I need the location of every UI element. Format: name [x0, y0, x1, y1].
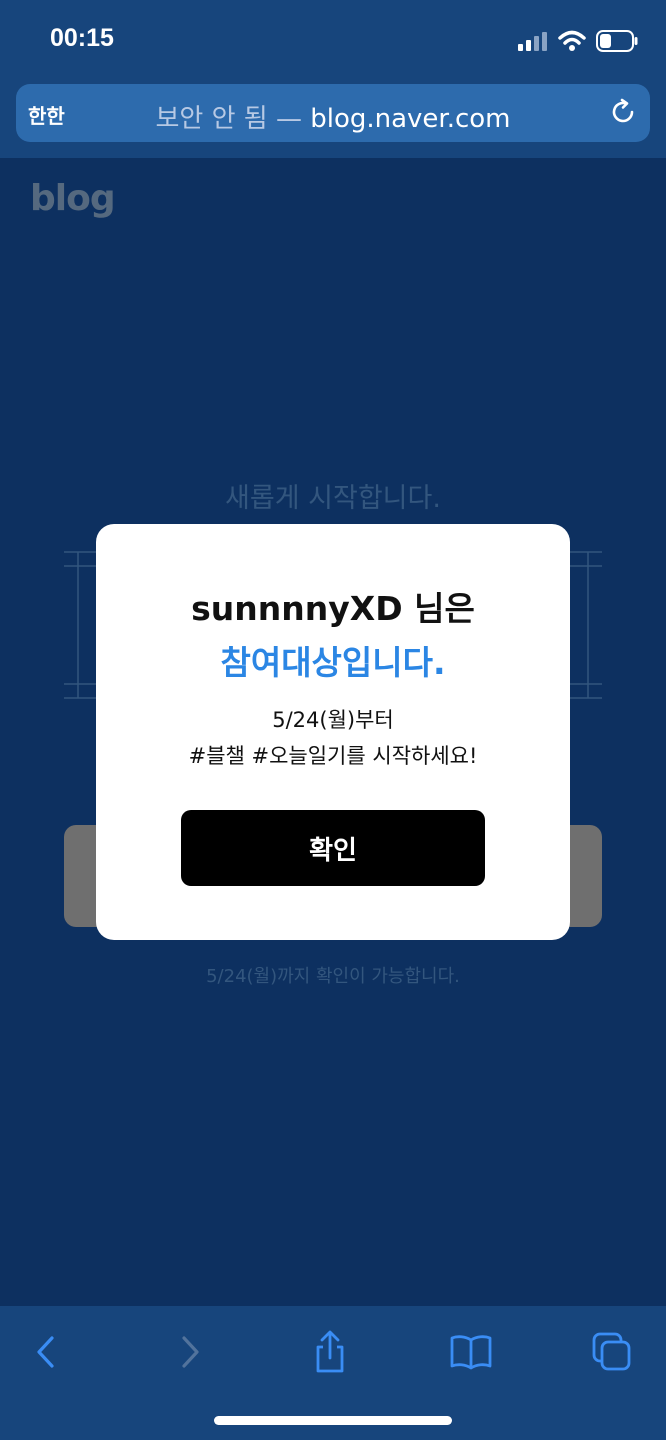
home-indicator	[214, 1416, 452, 1425]
signal-icon	[518, 32, 547, 51]
forward-icon[interactable]	[166, 1328, 214, 1376]
status-time: 00:15	[50, 24, 114, 52]
confirm-button[interactable]: 확인	[181, 810, 485, 886]
tabs-icon[interactable]	[588, 1328, 636, 1376]
status-bar: 00:15	[0, 0, 666, 78]
dialog-title: sunnnnyXD 님은	[191, 589, 475, 628]
participation-dialog: sunnnnyXD 님은 참여대상입니다. 5/24(월)부터 #블챌 #오늘일…	[96, 524, 570, 940]
dialog-message: #블챌 #오늘일기를 시작하세요!	[188, 744, 478, 768]
url-domain: blog.naver.com	[310, 104, 511, 134]
deadline-note: 5/24(월)까지 확인이 가능합니다.	[206, 966, 460, 987]
insecure-warning: 보안 안 됨 —	[155, 104, 302, 134]
bookmarks-icon[interactable]	[447, 1328, 495, 1376]
back-icon[interactable]	[22, 1328, 70, 1376]
dialog-start-date: 5/24(월)부터	[272, 708, 394, 732]
address-bar[interactable]: 한한 보안 안 됨 — blog.naver.com	[16, 84, 650, 142]
wifi-icon	[558, 30, 586, 51]
reload-icon[interactable]	[608, 97, 638, 127]
dialog-title-accent: 참여대상입니다.	[220, 643, 446, 682]
share-icon[interactable]	[306, 1328, 354, 1376]
status-icons	[518, 26, 638, 56]
browser-top-bar: 한한 보안 안 됨 — blog.naver.com	[0, 78, 666, 158]
url-display[interactable]: 보안 안 됨 — blog.naver.com	[16, 98, 650, 135]
battery-icon	[596, 30, 638, 52]
page-heading: 새롭게 시작합니다.	[225, 483, 441, 514]
blog-logo: blog	[30, 178, 116, 219]
